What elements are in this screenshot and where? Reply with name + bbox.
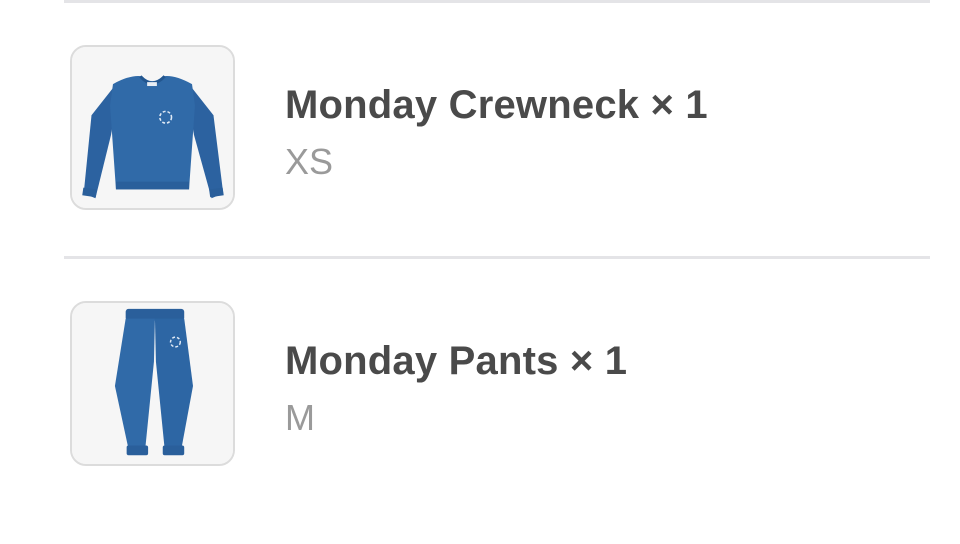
sweatpants-icon <box>72 303 233 464</box>
order-item-crewneck: Monday Crewneck × 1 XS <box>70 45 930 213</box>
order-item-pants: Monday Pants × 1 M <box>70 301 930 469</box>
item-name: Monday Crewneck × 1 <box>285 83 708 127</box>
order-summary: Monday Crewneck × 1 XS Monday Pants × 1 … <box>0 0 960 544</box>
pants-product-image <box>70 301 235 466</box>
item-name: Monday Pants × 1 <box>285 339 628 383</box>
divider <box>64 256 930 259</box>
item-variant-size: M <box>285 397 315 438</box>
item-variant-size: XS <box>285 141 334 182</box>
crewneck-product-image <box>70 45 235 210</box>
crewneck-sweatshirt-icon <box>72 47 233 208</box>
divider <box>64 0 930 3</box>
